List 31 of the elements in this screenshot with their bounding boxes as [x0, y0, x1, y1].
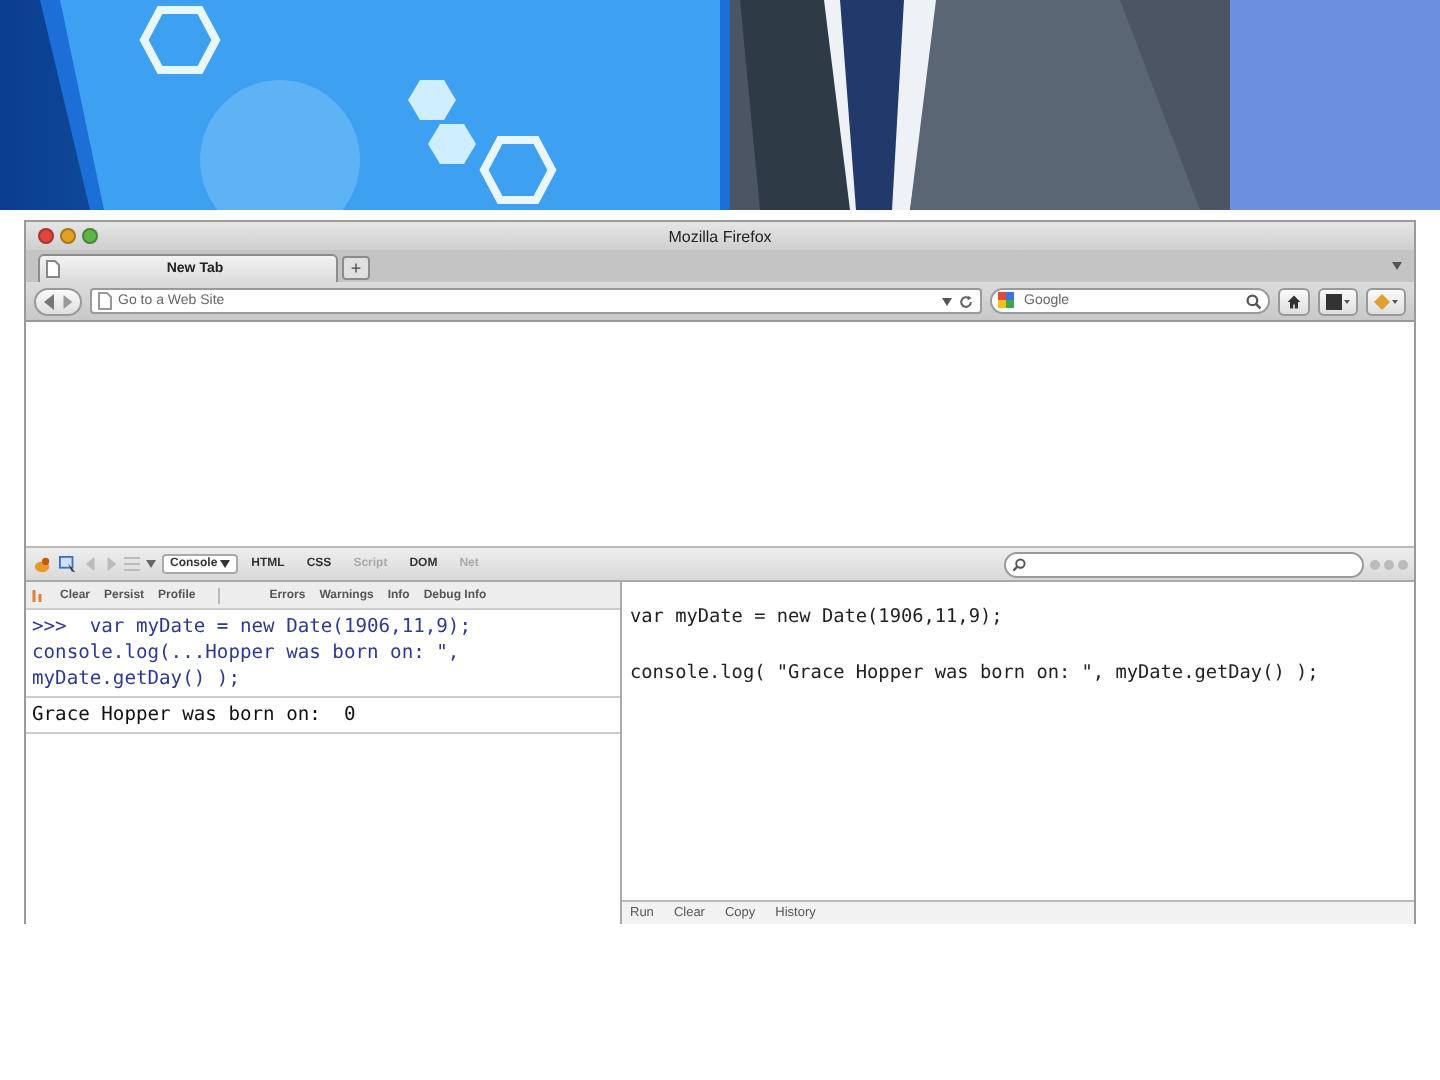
close-button[interactable]: [38, 228, 54, 244]
console-menu-icon[interactable]: [32, 587, 46, 603]
code-line: var myDate = new Date(1906,11,9);: [630, 606, 1003, 632]
console-output: Grace Hopper was born on: 0: [32, 702, 358, 728]
tab-list-arrow-icon[interactable]: [1392, 262, 1402, 270]
home-button[interactable]: [1278, 287, 1310, 315]
page-icon: [98, 292, 112, 310]
back-arrow-icon: [42, 293, 58, 309]
search-icon: [1246, 293, 1262, 309]
reload-icon[interactable]: [958, 293, 974, 309]
console-command: >>> var myDate = new Date(1906,11,9);: [32, 614, 473, 640]
window-title: Mozilla Firefox: [666, 227, 774, 245]
console-command: console.log(...Hopper was born on: ",: [32, 640, 462, 666]
new-tab-button[interactable]: +: [342, 256, 370, 280]
code-line: console.log( "Grace Hopper was born on: ", myDate.getDay() );: [630, 662, 1319, 688]
code-editor[interactable]: var myDate = new Date(1906,11,9); console.log( "Grace Hopper was born on: ", myDate.getDay() );: [622, 582, 1414, 900]
home-icon: [1286, 293, 1302, 309]
search-engine-icon: [998, 292, 1018, 310]
page-icon: [46, 260, 60, 278]
window-menu-button[interactable]: [1318, 287, 1358, 315]
forward-arrow-icon: [60, 293, 74, 309]
inspect-icon[interactable]: [58, 555, 78, 573]
search-icon: [1012, 557, 1026, 571]
console-command: myDate.getDay() );: [32, 666, 242, 692]
back-forward-button[interactable]: [34, 287, 82, 315]
firebug-search-field[interactable]: [1004, 551, 1364, 577]
dropdown-arrow-icon[interactable]: [942, 297, 952, 305]
minimize-button[interactable]: [60, 228, 76, 244]
zoom-button[interactable]: [82, 228, 98, 244]
menu-arrow-icon[interactable]: [146, 560, 156, 568]
window-icon: [1326, 293, 1350, 309]
